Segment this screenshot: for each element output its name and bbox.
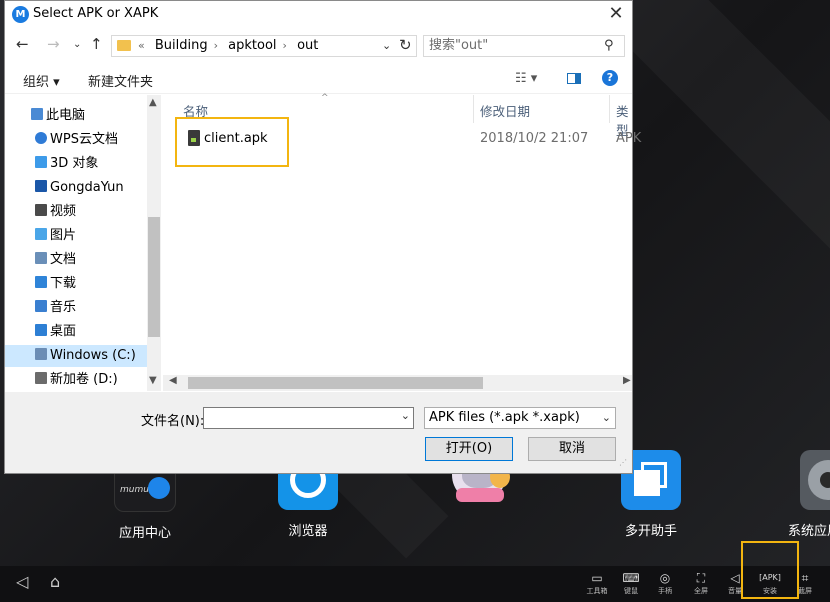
view-options-icon[interactable]: ☷ ▾ [515, 71, 537, 86]
nav-item-pictures[interactable]: 图片 [35, 225, 76, 247]
recent-dropdown-icon[interactable]: ⌄ [73, 39, 81, 50]
nav-item-drive-c[interactable]: Windows (C:) [5, 345, 147, 367]
app-system-apps[interactable]: 系统应用 [750, 450, 830, 539]
up-button[interactable]: ↑ [90, 35, 103, 53]
refresh-icon[interactable]: ↻ [399, 35, 412, 55]
drive-c-icon [35, 348, 47, 360]
search-input[interactable]: 搜索"out" ⚲ [423, 35, 625, 57]
nav-item-drive-d[interactable]: 新加卷 (D:) [35, 369, 118, 391]
nav-item-videos[interactable]: 视频 [35, 201, 76, 223]
filename-input[interactable]: ⌄ [203, 407, 414, 429]
system-apps-icon [800, 450, 830, 510]
cloud-icon [35, 132, 47, 144]
select-apk-dialog: M Select APK or XAPK ✕ ← → ⌄ ↑ « Buildin… [4, 0, 641, 474]
tool-toolbox[interactable]: ▭ 工具箱 [582, 570, 612, 596]
open-button[interactable]: 打开(O) [425, 437, 513, 461]
search-icon: ⚲ [604, 38, 614, 53]
app-label: 系统应用 [788, 524, 830, 539]
scroll-left-icon[interactable]: ◀ [169, 375, 177, 386]
sort-arrow-icon: ^ [321, 93, 329, 103]
document-icon [35, 252, 47, 264]
download-icon [35, 276, 47, 288]
nav-item-gongdayun[interactable]: GongdaYun [35, 177, 124, 199]
3d-objects-icon [35, 156, 47, 168]
column-header-modified[interactable]: 修改日期 [480, 101, 530, 120]
file-highlight-box [175, 117, 289, 167]
nav-item-documents[interactable]: 文档 [35, 249, 76, 271]
mumu-logo-icon: M [12, 6, 29, 23]
nav-item-music[interactable]: 音乐 [35, 297, 76, 319]
dialog-toolbar: 组织 ▾ 新建文件夹 ☷ ▾ ? [5, 63, 632, 94]
dialog-title: Select APK or XAPK [33, 6, 159, 21]
tool-gamepad[interactable]: ◎ 手柄 [650, 570, 680, 596]
dialog-footer: 文件名(N): ⌄ APK files (*.apk *.xapk) ⌄ 打开(… [5, 392, 632, 473]
nav-item-3d-objects[interactable]: 3D 对象 [35, 153, 98, 175]
tool-keyboard[interactable]: ⌨ 键鼠 [616, 570, 646, 596]
column-divider[interactable] [609, 95, 610, 123]
folder-icon [117, 40, 131, 51]
new-folder-button[interactable]: 新建文件夹 [88, 71, 153, 90]
resize-grip-icon[interactable]: ⋰ [619, 458, 627, 467]
filename-label: 文件名(N): [141, 414, 205, 429]
dialog-titlebar: M Select APK or XAPK ✕ [5, 1, 632, 29]
back-nav-icon[interactable]: ◁ [16, 572, 28, 591]
address-bar[interactable]: « Building › apktool › out ⌄ ↻ [111, 35, 417, 57]
address-row: ← → ⌄ ↑ « Building › apktool › out ⌄ ↻ 搜索"… [5, 33, 632, 59]
scroll-right-icon[interactable]: ▶ [623, 375, 631, 386]
app-label: 应用中心 [118, 526, 171, 541]
file-modified: 2018/10/2 21:07 [480, 131, 589, 146]
breadcrumb-building[interactable]: Building [155, 38, 208, 53]
nav-item-downloads[interactable]: 下载 [35, 273, 76, 295]
fullscreen-icon: ⛶ [696, 571, 706, 585]
gamepad-icon: ◎ [659, 571, 671, 585]
gongdayun-icon [35, 180, 47, 192]
address-dropdown-icon[interactable]: ⌄ [382, 36, 391, 56]
scroll-down-icon[interactable]: ▼ [149, 375, 157, 386]
cancel-button[interactable]: 取消 [528, 437, 616, 461]
file-type-select[interactable]: APK files (*.apk *.xapk) ⌄ [424, 407, 616, 429]
back-button[interactable]: ← [16, 35, 29, 53]
scroll-up-icon[interactable]: ▲ [149, 97, 157, 108]
breadcrumb-out[interactable]: out [297, 38, 318, 53]
install-highlight-box [741, 541, 799, 599]
forward-button[interactable]: → [47, 35, 60, 53]
preview-pane-icon[interactable] [567, 73, 581, 84]
nav-scrollbar[interactable]: ▲ ▼ [147, 95, 161, 391]
keyboard-icon: ⌨ [622, 571, 640, 585]
help-icon[interactable]: ? [602, 70, 618, 86]
nav-item-this-pc[interactable]: 此电脑 [31, 105, 85, 127]
picture-icon [35, 228, 47, 240]
drive-d-icon [35, 372, 47, 384]
nav-item-wps-cloud[interactable]: WPS云文档 [35, 129, 118, 151]
column-divider[interactable] [473, 95, 474, 123]
breadcrumb-apktool[interactable]: apktool [228, 38, 276, 53]
h-scroll-thumb[interactable] [188, 377, 483, 389]
tool-fullscreen[interactable]: ⛶ 全屏 [686, 570, 716, 596]
computer-icon [31, 108, 43, 120]
app-label: 浏览器 [288, 524, 328, 539]
filename-dropdown-icon[interactable]: ⌄ [401, 409, 410, 422]
home-nav-icon[interactable]: ⌂ [50, 572, 60, 591]
file-type: APK [616, 131, 642, 146]
breadcrumb: « Building › apktool › out [138, 38, 319, 53]
file-list-pane: ^ 名称 修改日期 类型 client.apk 2018/10/2 21:07 … [163, 93, 641, 391]
app-center-badge: mumu [120, 485, 149, 495]
close-button[interactable]: ✕ [603, 3, 629, 25]
organize-menu[interactable]: 组织 ▾ [23, 71, 60, 90]
horizontal-scrollbar[interactable]: ◀ ▶ [163, 375, 632, 391]
toolbox-icon: ▭ [591, 571, 603, 585]
video-icon [35, 204, 47, 216]
chevron-down-icon: ⌄ [601, 411, 611, 424]
nav-item-desktop[interactable]: 桌面 [35, 321, 76, 343]
app-label: 多开助手 [624, 524, 677, 539]
navigation-pane: 此电脑 WPS云文档 3D 对象 GongdaYun 视频 图片 文档 下载 音… [5, 95, 147, 391]
music-icon [35, 300, 47, 312]
desktop-icon [35, 324, 47, 336]
nav-scroll-thumb[interactable] [148, 217, 160, 337]
